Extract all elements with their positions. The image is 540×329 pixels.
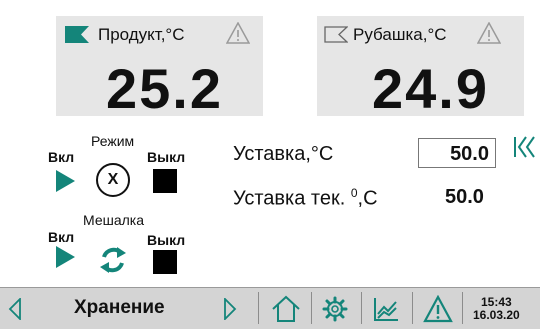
divider <box>361 292 362 324</box>
divider <box>412 292 413 324</box>
mode-on-label: Вкл <box>48 149 75 165</box>
warning-outline-icon[interactable] <box>477 22 501 44</box>
flag-filled-icon <box>65 26 89 43</box>
jacket-temperature-panel[interactable]: Рубашка,°С 24.9 <box>317 16 524 120</box>
current-setpoint-label-sup: 0 <box>350 186 358 200</box>
chevron-left-icon[interactable] <box>8 298 22 320</box>
bottom-nav-bar: Хранение 15:43 16.03.20 <box>0 287 540 329</box>
mode-start-button[interactable] <box>56 170 75 192</box>
current-setpoint-label: Уставка тек. 0,С <box>233 186 378 211</box>
divider <box>258 292 259 324</box>
gear-icon[interactable] <box>322 296 348 322</box>
mixer-start-button[interactable] <box>56 246 75 268</box>
mixer-off-label: Выкл <box>147 232 186 248</box>
main-area: Продукт,°С 25.2 Рубашка,°С 24.9 Режим Вк… <box>0 0 540 287</box>
warning-icon[interactable] <box>423 295 453 323</box>
mode-stop-button[interactable] <box>153 169 177 193</box>
mode-title: Режим <box>91 133 135 149</box>
jacket-temperature-label: Рубашка,°С <box>353 25 447 44</box>
mode-status-indicator: X <box>96 163 130 197</box>
divider <box>462 292 463 324</box>
current-setpoint-label-suffix: ,С <box>357 187 378 210</box>
clock: 15:43 16.03.20 <box>473 296 520 322</box>
home-icon[interactable] <box>270 294 302 324</box>
product-temperature-panel[interactable]: Продукт,°С 25.2 <box>56 16 263 120</box>
chevron-right-icon[interactable] <box>223 298 237 320</box>
clock-date: 16.03.20 <box>473 308 520 322</box>
mixer-title: Мешалка <box>83 212 145 228</box>
divider <box>311 292 312 324</box>
setpoint-input[interactable]: 50.0 <box>418 138 496 168</box>
warning-outline-icon[interactable] <box>226 22 250 44</box>
jacket-temperature-value: 24.9 <box>372 57 489 120</box>
product-temperature-label: Продукт,°С <box>98 25 185 44</box>
mode-off-label: Выкл <box>147 149 186 165</box>
mixer-on-label: Вкл <box>48 229 75 245</box>
current-mode-label: Хранение <box>74 297 165 318</box>
chart-icon[interactable] <box>372 296 400 322</box>
double-chevron-left-icon[interactable] <box>513 136 537 158</box>
product-temperature-value: 25.2 <box>106 57 223 120</box>
current-setpoint-value: 50.0 <box>445 186 484 208</box>
mixer-stop-button[interactable] <box>153 250 177 274</box>
hmi-screen: Продукт,°С 25.2 Рубашка,°С 24.9 Режим Вк… <box>0 0 540 329</box>
rotate-icon <box>100 247 126 273</box>
flag-outline-icon <box>324 26 348 43</box>
current-setpoint-label-prefix: Уставка тек. <box>233 187 351 210</box>
setpoint-label: Уставка,°С <box>233 143 334 165</box>
